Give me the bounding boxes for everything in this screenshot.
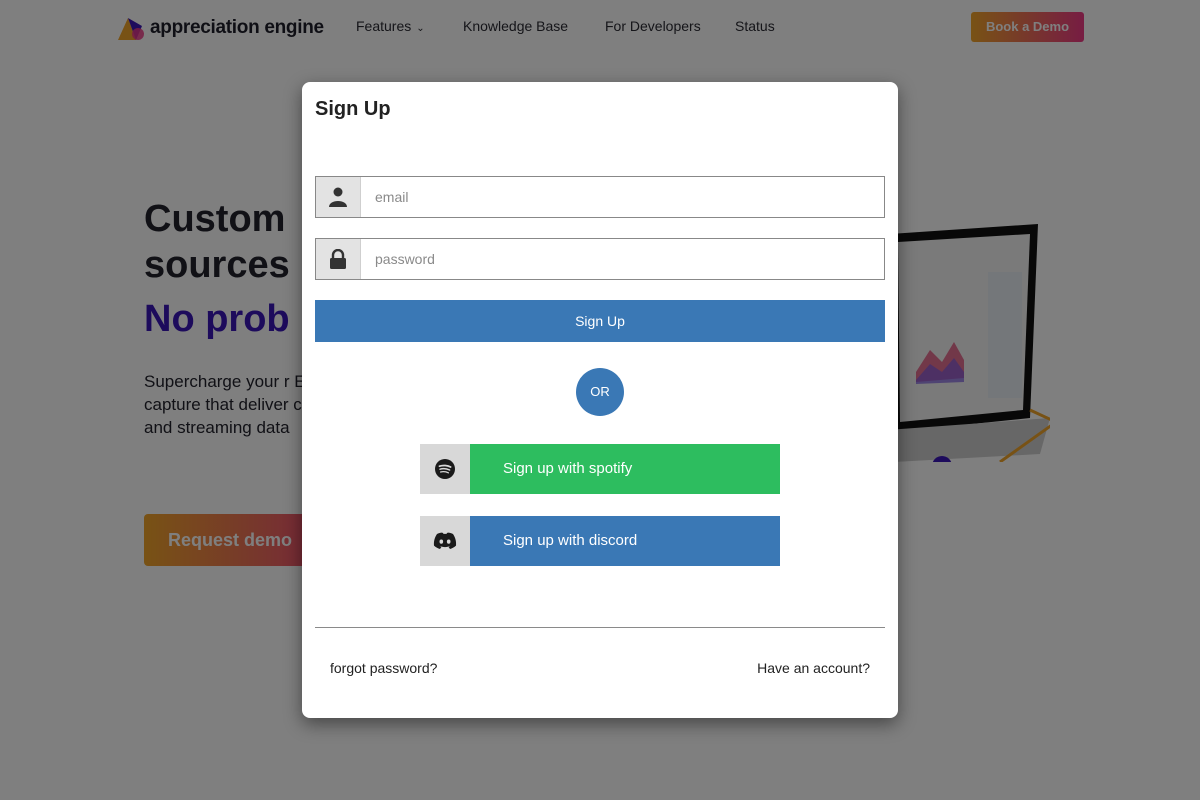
spotify-icon xyxy=(420,444,470,494)
discord-icon xyxy=(420,516,470,566)
email-field xyxy=(315,176,885,218)
or-separator: OR xyxy=(576,368,624,416)
password-field xyxy=(315,238,885,280)
sign-up-discord-label: Sign up with discord xyxy=(470,516,780,566)
sign-up-spotify-button[interactable]: Sign up with spotify xyxy=(420,444,780,494)
email-input[interactable] xyxy=(361,177,884,217)
sign-up-discord-button[interactable]: Sign up with discord xyxy=(420,516,780,566)
have-account-link[interactable]: Have an account? xyxy=(757,660,870,676)
signup-modal: Sign Up Sign Up OR xyxy=(302,82,898,718)
sign-up-button[interactable]: Sign Up xyxy=(315,300,885,342)
sign-up-spotify-label: Sign up with spotify xyxy=(470,444,780,494)
lock-icon xyxy=(316,239,361,279)
password-input[interactable] xyxy=(361,239,884,279)
modal-title: Sign Up xyxy=(315,98,391,120)
modal-divider xyxy=(315,627,885,628)
user-icon xyxy=(316,177,361,217)
forgot-password-link[interactable]: forgot password? xyxy=(330,660,437,676)
